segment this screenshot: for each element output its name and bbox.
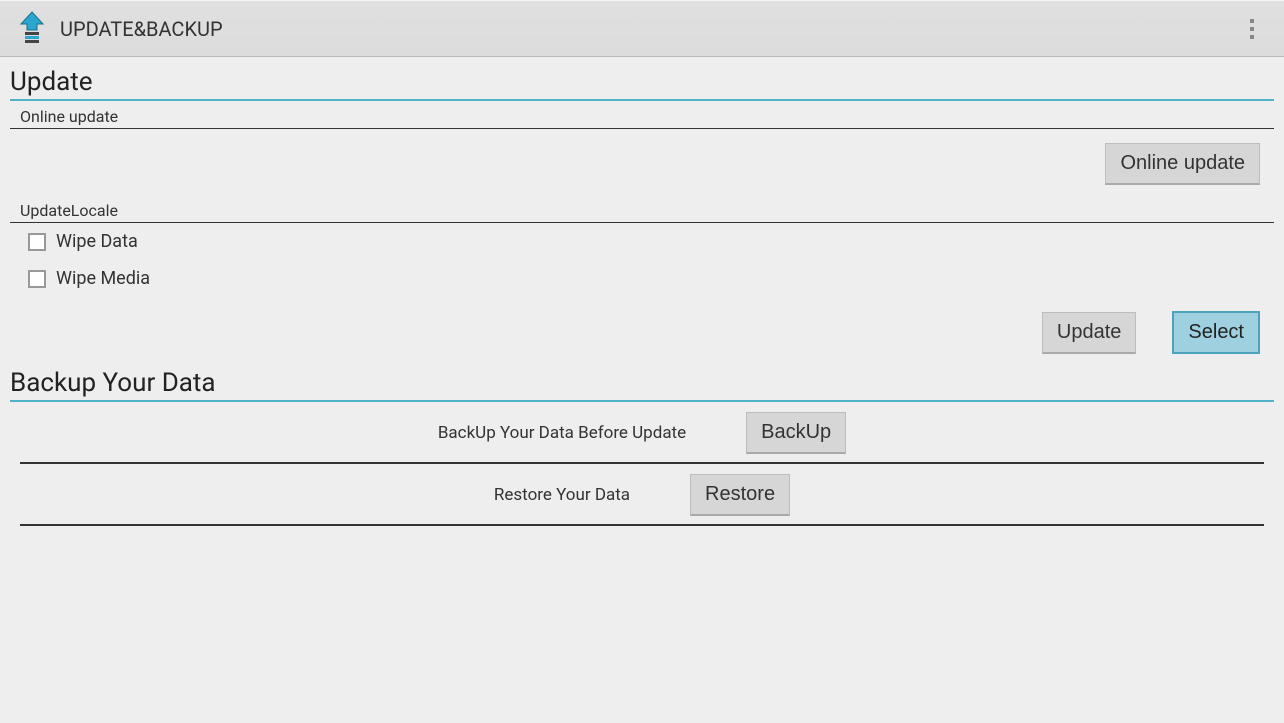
- update-button[interactable]: Update: [1042, 312, 1137, 354]
- wipe-media-label: Wipe Media: [56, 268, 150, 289]
- action-bar: UPDATE&BACKUP: [0, 0, 1284, 57]
- wipe-data-checkbox[interactable]: [28, 233, 46, 251]
- wipe-media-row[interactable]: Wipe Media: [10, 260, 1274, 297]
- update-section-title: Update: [10, 63, 1274, 97]
- wipe-data-row[interactable]: Wipe Data: [10, 223, 1274, 260]
- app-title: UPDATE&BACKUP: [60, 17, 223, 41]
- app-icon: [12, 9, 52, 49]
- select-button[interactable]: Select: [1172, 311, 1260, 354]
- divider: [20, 524, 1264, 526]
- online-update-label: Online update: [10, 101, 1274, 128]
- update-locale-label: UpdateLocale: [10, 195, 1274, 222]
- backup-before-update-label: BackUp Your Data Before Update: [438, 423, 686, 443]
- backup-section-title: Backup Your Data: [10, 364, 1274, 398]
- wipe-data-label: Wipe Data: [56, 231, 138, 252]
- restore-label: Restore Your Data: [494, 485, 630, 505]
- overflow-menu-icon[interactable]: [1232, 9, 1272, 49]
- backup-button[interactable]: BackUp: [746, 412, 846, 454]
- restore-button[interactable]: Restore: [690, 474, 790, 516]
- online-update-button[interactable]: Online update: [1105, 143, 1260, 185]
- wipe-media-checkbox[interactable]: [28, 270, 46, 288]
